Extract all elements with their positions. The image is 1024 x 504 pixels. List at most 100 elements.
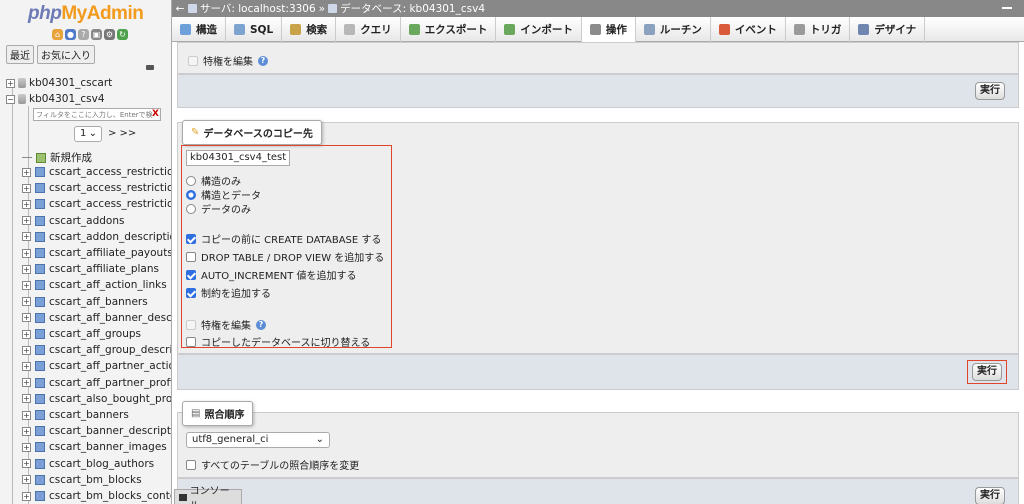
table-item[interactable]: + cscart_access_restriction_ [22,198,171,210]
table-filter-input[interactable]: フィルタをここに入力し、Enterで検 [33,108,161,121]
checkbox[interactable] [186,287,196,298]
console-toggle[interactable]: コンソール [174,486,242,504]
collapse-all-icon[interactable] [146,65,154,70]
help-icon[interactable]: ? [258,55,268,66]
table-item[interactable]: + cscart_bm_blocks_content [22,490,171,502]
table-item[interactable]: + cscart_aff_banner_descrip [22,312,171,324]
table-item[interactable]: + cscart_banner_images [22,441,167,453]
expand-icon[interactable]: + [22,361,31,371]
reload-icon[interactable]: ↻ [117,29,128,40]
table-item[interactable]: + cscart_addon_descriptions [22,231,171,243]
db-name[interactable]: kb04301_csv4 [29,93,105,105]
page-select[interactable]: 1 ⌄ [74,126,102,142]
table-item[interactable]: + cscart_also_bought_produ [22,393,171,405]
table-item[interactable]: + cscart_aff_action_links [22,279,167,291]
expand-icon[interactable]: + [22,442,31,452]
table-name[interactable]: cscart_aff_groups [49,328,141,340]
clear-filter-icon[interactable]: X [152,109,159,119]
table-name[interactable]: cscart_affiliate_plans [49,263,159,275]
minimize-icon[interactable] [1002,7,1012,9]
new-table-item[interactable]: 新規作成 [22,150,92,165]
db-item-kb04301_csv4[interactable]: − kb04301_csv4 [6,93,105,105]
expand-icon[interactable]: + [22,280,31,290]
expand-icon[interactable]: + [22,167,31,177]
expand-icon[interactable]: + [22,345,31,355]
table-name[interactable]: cscart_addon_descriptions [49,231,171,243]
table-name[interactable]: cscart_aff_action_links [49,279,167,291]
expand-icon[interactable]: + [22,491,31,501]
table-item[interactable]: + cscart_aff_banners [22,296,148,308]
table-name[interactable]: cscart_banners [49,409,129,421]
next-page-link[interactable]: > >> [108,128,136,139]
recent-button[interactable]: 最近 [6,45,34,64]
expand-icon[interactable]: + [22,183,31,193]
radio[interactable] [186,189,196,200]
execute-button-1[interactable]: 実行 [975,82,1005,100]
check-add-constraints[interactable]: 制約を追加する [186,285,271,300]
radio-data-only[interactable]: データのみ [186,201,251,216]
tab-query[interactable]: クエリ [336,17,401,42]
expand-icon[interactable]: + [22,329,31,339]
checkbox[interactable] [186,233,196,244]
table-name[interactable]: cscart_blog_authors [49,458,154,470]
table-name[interactable]: cscart_affiliate_payouts [49,247,171,259]
table-item[interactable]: + cscart_blog_authors [22,458,154,470]
db-item-kb04301_cscart[interactable]: + kb04301_cscart [6,77,112,89]
expand-icon[interactable]: + [22,459,31,469]
table-name[interactable]: cscart_bm_blocks [49,474,142,486]
table-name[interactable]: cscart_addons [49,215,124,227]
breadcrumb-server[interactable]: サーバ: localhost:3306 [200,1,316,16]
tab-routine[interactable]: ルーチン [636,17,711,42]
sql-docs-icon[interactable]: ▣ [91,29,102,40]
radio[interactable] [186,175,196,186]
table-name[interactable]: cscart_aff_partner_profiles [49,377,171,389]
breadcrumb-database[interactable]: データベース: kb04301_csv4 [340,1,485,16]
checkbox[interactable] [186,251,196,262]
expand-icon[interactable]: + [22,216,31,226]
expand-icon[interactable]: + [22,297,31,307]
table-item[interactable]: + cscart_access_restriction_ [22,182,171,194]
expand-icon[interactable]: + [22,313,31,323]
checkbox[interactable] [186,269,196,280]
check-create-database[interactable]: コピーの前に CREATE DATABASE する [186,231,381,246]
table-name[interactable]: cscart_aff_banner_descrip [49,312,171,324]
collapse-icon[interactable]: − [6,94,15,104]
expand-icon[interactable]: + [22,475,31,485]
check-switch-to-copied-db[interactable]: コピーしたデータベースに切り替える [186,334,370,349]
tab-sql[interactable]: SQL [226,17,283,42]
table-name[interactable]: cscart_aff_group_descripti [49,344,171,356]
table-name[interactable]: cscart_bm_blocks_content [49,490,171,502]
docs-icon[interactable]: ? [78,29,89,40]
table-name[interactable]: cscart_banner_description [49,425,171,437]
table-name[interactable]: cscart_aff_banners [49,296,148,308]
table-item[interactable]: + cscart_aff_partner_actions [22,360,171,372]
db-name[interactable]: kb04301_cscart [29,77,112,89]
table-name[interactable]: cscart_aff_partner_actions [49,360,171,372]
tab-clock[interactable]: イベント [711,17,786,42]
expand-icon[interactable]: + [22,378,31,388]
copy-db-name-input[interactable]: kb04301_csv4_test [186,150,290,166]
tab-search[interactable]: 検索 [282,17,337,42]
settings-gear-icon[interactable]: ⚙ [104,29,115,40]
favorites-button[interactable]: お気に入り [37,45,95,64]
table-name[interactable]: cscart_also_bought_produ [49,393,171,405]
check-drop-table[interactable]: DROP TABLE / DROP VIEW を追加する [186,249,384,264]
home-icon[interactable]: ⌂ [52,29,63,40]
check-change-all-tables[interactable]: すべてのテーブルの照合順序を変更 [186,457,359,472]
table-name[interactable]: cscart_banner_images [49,441,167,453]
tab-wrench[interactable]: 操作 [581,17,636,42]
expand-icon[interactable]: + [22,232,31,242]
table-item[interactable]: + cscart_bm_blocks [22,474,142,486]
tab-export[interactable]: エクスポート [401,17,497,42]
check-auto-increment[interactable]: AUTO_INCREMENT 値を追加する [186,267,357,282]
table-name[interactable]: cscart_access_restriction_ [49,198,171,210]
expand-icon[interactable]: + [22,410,31,420]
table-item[interactable]: + cscart_affiliate_plans [22,263,159,275]
phpmyadmin-logo[interactable]: phpMyAdmin [28,3,144,25]
radio[interactable] [186,203,196,214]
expand-icon[interactable]: + [22,394,31,404]
collation-select[interactable]: utf8_general_ci ⌄ [186,432,330,448]
tab-structure[interactable]: 構造 [172,17,226,42]
expand-icon[interactable]: + [22,199,31,209]
checkbox[interactable] [186,459,196,470]
